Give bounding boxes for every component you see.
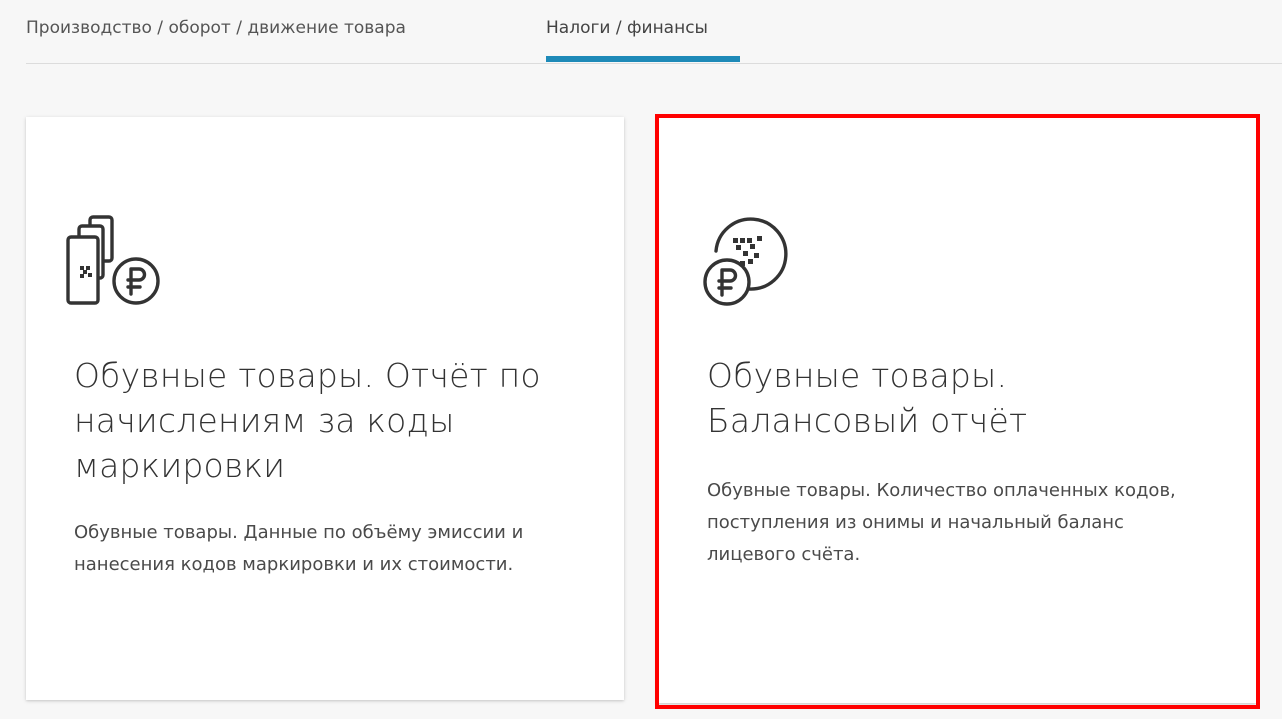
tab-bar: Производство / оборот / движение товара …	[26, 0, 1282, 64]
card-description: Обувные товары. Данные по объёму эмиссии…	[74, 522, 524, 575]
codes-ruble-icon	[66, 215, 160, 305]
card-title: Обувные товары. Отчёт по начислениям за …	[74, 356, 541, 485]
tab-taxes-finance[interactable]: Налоги / финансы	[546, 18, 708, 38]
card-description: Обувные товары. Количество оплаченных ко…	[707, 480, 1176, 565]
active-tab-indicator	[546, 56, 740, 62]
balance-ruble-icon	[703, 217, 788, 306]
card-title: Обувные товары. Балансовый отчёт	[707, 356, 1028, 440]
report-card-charges[interactable]: Обувные товары. Отчёт по начислениям за …	[26, 117, 624, 700]
tab-production[interactable]: Производство / оборот / движение товара	[26, 18, 406, 38]
report-card-balance[interactable]: Обувные товары. Балансовый отчёт Обувные…	[657, 117, 1256, 703]
